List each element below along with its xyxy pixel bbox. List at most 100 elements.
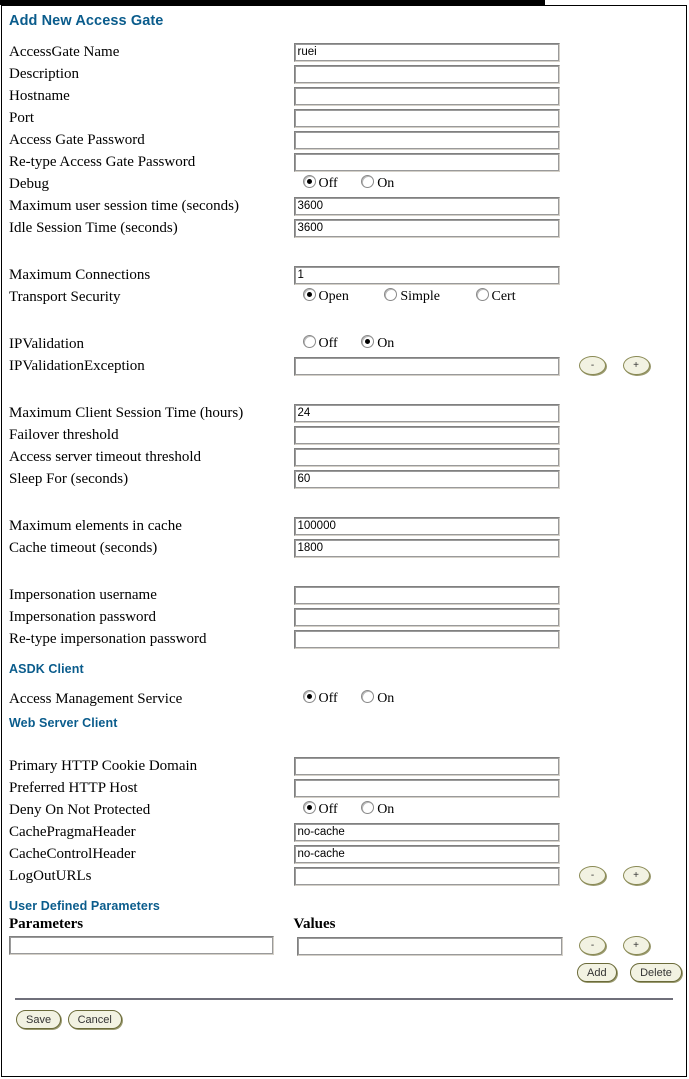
input-retype-impersonation-password[interactable] <box>293 629 560 649</box>
remove-row-button[interactable]: - <box>579 866 606 885</box>
input-impersonation-username[interactable] <box>293 585 560 605</box>
radio-label: On <box>377 691 395 706</box>
radio-transport-cert[interactable]: Cert <box>475 286 516 308</box>
control-port <box>293 107 560 129</box>
add-row-button[interactable]: + <box>622 356 650 375</box>
input-failover-threshold[interactable] <box>293 425 560 445</box>
label-ipvalidation: IPValidation <box>9 336 84 352</box>
footer-button-bar: Save Cancel <box>9 1010 686 1029</box>
control-max-elements-in-cache <box>293 515 560 537</box>
control-ipvalidation-exception <box>293 355 560 377</box>
radio-ipvalidation-off[interactable]: Off <box>302 333 338 355</box>
input-preferred-http-host[interactable] <box>293 778 560 798</box>
radio-label: On <box>377 176 395 191</box>
radio-label: Open <box>318 289 349 304</box>
control-sleep-for <box>293 468 560 490</box>
input-parameter-value[interactable] <box>297 937 563 956</box>
add-row-button[interactable]: + <box>622 936 650 955</box>
input-port[interactable] <box>293 108 560 128</box>
input-idle-session-time[interactable] <box>293 218 560 238</box>
label-sleep-for: Sleep For (seconds) <box>9 471 129 487</box>
field-row-cache-pragma-header: CachePragmaHeader <box>9 821 686 843</box>
control-cache-pragma-header <box>293 821 560 843</box>
radio-label: Off <box>318 802 338 817</box>
radio-debug-off[interactable]: Off <box>302 173 338 195</box>
label-hostname: Hostname <box>9 88 70 104</box>
field-group-cache: Maximum elements in cache Cache timeout … <box>9 515 686 559</box>
input-hostname[interactable] <box>293 86 560 106</box>
label-impersonation-username: Impersonation username <box>9 587 157 603</box>
input-impersonation-password[interactable] <box>293 607 560 627</box>
cancel-button[interactable]: Cancel <box>67 1010 122 1029</box>
control-preferred-http-host <box>293 777 560 799</box>
label-preferred-http-host: Preferred HTTP Host <box>9 780 138 796</box>
radio-group-ipvalidation: Off On <box>294 333 415 355</box>
radio-ams-on[interactable]: On <box>361 688 394 710</box>
add-row-button[interactable]: + <box>622 866 650 885</box>
radio-ams-off[interactable]: Off <box>302 688 338 710</box>
input-ipvalidation-exception[interactable] <box>293 356 560 376</box>
remove-row-button[interactable]: - <box>579 356 606 375</box>
label-retype-impersonation-password: Re-type impersonation password <box>9 631 207 647</box>
input-max-elements-in-cache[interactable] <box>293 516 560 536</box>
radio-transport-simple[interactable]: Simple <box>384 286 440 308</box>
input-retype-access-gate-password[interactable] <box>293 152 560 172</box>
radio-label: Simple <box>400 289 440 304</box>
control-cache-control-header <box>293 843 560 865</box>
input-max-client-session-time[interactable] <box>293 403 560 423</box>
label-access-management-service: Access Management Service <box>9 691 183 707</box>
field-group-impersonation: Impersonation username Impersonation pas… <box>9 584 686 650</box>
input-sleep-for[interactable] <box>293 469 560 489</box>
input-logouturls[interactable] <box>293 866 560 886</box>
input-maximum-connections[interactable] <box>293 265 560 285</box>
section-heading-asdk-client: ASDK Client <box>9 662 84 676</box>
input-accessgate-name[interactable] <box>293 42 560 62</box>
field-row-logouturls: LogOutURLs - + <box>9 865 686 887</box>
input-parameter-name[interactable] <box>9 936 274 955</box>
stepper-user-defined-parameters: - + <box>579 936 650 955</box>
input-max-user-session-time[interactable] <box>293 196 560 216</box>
field-row-description: Description <box>9 63 686 85</box>
input-description[interactable] <box>293 64 560 84</box>
radio-debug-on[interactable]: On <box>361 173 394 195</box>
input-access-server-timeout-threshold[interactable] <box>293 447 560 467</box>
input-cache-timeout[interactable] <box>293 538 560 558</box>
field-group-connections: Maximum Connections Transport Security O… <box>9 264 686 308</box>
radio-circle-icon <box>361 335 375 348</box>
label-debug: Debug <box>9 176 49 192</box>
field-row-primary-http-cookie-domain: Primary HTTP Cookie Domain <box>9 755 686 777</box>
label-access-gate-password: Access Gate Password <box>9 132 145 148</box>
remove-row-button[interactable]: - <box>579 936 606 955</box>
radio-transport-open[interactable]: Open <box>302 286 349 308</box>
radio-group-access-management-service: Off On <box>294 688 415 710</box>
input-cache-pragma-header[interactable] <box>293 822 560 842</box>
field-row-access-gate-password: Access Gate Password <box>9 129 686 151</box>
radio-deny-on[interactable]: On <box>361 799 394 821</box>
label-cache-control-header: CacheControlHeader <box>9 846 136 862</box>
delete-button[interactable]: Delete <box>630 963 682 982</box>
add-button[interactable]: Add <box>577 963 617 982</box>
radio-group-transport-security: Open Simple Cert <box>294 286 536 308</box>
radio-deny-off[interactable]: Off <box>302 799 338 821</box>
input-primary-http-cookie-domain[interactable] <box>293 756 560 776</box>
radio-ipvalidation-on[interactable]: On <box>361 333 394 355</box>
field-row-sleep-for: Sleep For (seconds) <box>9 468 686 490</box>
radio-circle-icon <box>302 288 316 301</box>
label-max-client-session-time: Maximum Client Session Time (hours) <box>9 405 244 421</box>
control-retype-impersonation-password <box>293 628 560 650</box>
radio-label: Off <box>318 336 338 351</box>
control-hostname <box>293 85 560 107</box>
save-button[interactable]: Save <box>16 1010 62 1029</box>
label-description: Description <box>9 66 79 82</box>
radio-group-debug: Off On <box>294 173 415 195</box>
input-access-gate-password[interactable] <box>293 130 560 150</box>
control-primary-http-cookie-domain <box>293 755 560 777</box>
input-cache-control-header[interactable] <box>293 844 560 864</box>
radio-group-deny-on-not-protected: Off On <box>294 799 415 821</box>
field-row-transport-security: Transport Security Open Simple Cert <box>9 286 686 308</box>
